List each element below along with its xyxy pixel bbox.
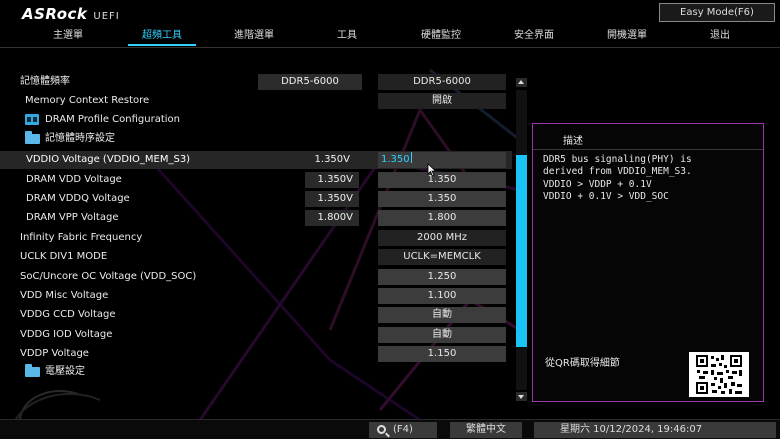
text-caret [410, 152, 412, 163]
description-divider [533, 149, 763, 150]
footer-bar: (F4) 繁體中文 星期六 10/12/2024, 19:46:07 [0, 419, 780, 439]
scrollbar-thumb[interactable] [516, 155, 527, 347]
setting-label: 電壓設定 [45, 366, 85, 377]
value-input[interactable]: 1.350 [378, 191, 506, 207]
setting-infinity-fabric-frequency[interactable]: Infinity Fabric Frequency 2000 MHz [0, 229, 512, 247]
asrock-logo: ASRock UEFI [22, 5, 120, 23]
tab-advanced[interactable]: 進階選單 [224, 25, 284, 47]
setting-vddg-iod-voltage[interactable]: VDDG IOD Voltage 自動 [0, 326, 512, 344]
mouse-cursor-icon [427, 163, 437, 177]
setting-memory-context-restore[interactable]: Memory Context Restore 開啟 [0, 92, 512, 110]
value-select[interactable]: DDR5-6000 [378, 74, 506, 90]
value-input[interactable]: 1.800 [378, 210, 506, 226]
header-divider [0, 47, 780, 48]
value-select[interactable]: 開啟 [378, 93, 506, 109]
value-input[interactable]: 1.250 [378, 269, 506, 285]
current-value: 1.350V [305, 191, 359, 207]
value-input[interactable]: 1.100 [378, 288, 506, 304]
main-tabs: 主選單 超頻工具 進階選單 工具 硬體監控 安全界面 開機選單 退出 [0, 25, 780, 47]
tab-hw-monitor[interactable]: 硬體監控 [410, 25, 472, 47]
description-panel: 描述 DDR5 bus signaling(PHY) is derived fr… [532, 123, 764, 402]
current-value: DDR5-6000 [258, 74, 362, 90]
search-shortcut: (F4) [393, 424, 413, 435]
scroll-up-button[interactable] [516, 78, 527, 87]
setting-label: VDDG IOD Voltage [20, 329, 113, 340]
setting-label: DRAM Profile Configuration [45, 114, 180, 125]
date-time[interactable]: 星期六 10/12/2024, 19:46:07 [534, 422, 776, 438]
setting-soc-voltage[interactable]: SoC/Uncore OC Voltage (VDD_SOC) 1.250 [0, 268, 512, 286]
tab-boot[interactable]: 開機選單 [596, 25, 658, 47]
tab-oc-tweaker[interactable]: 超頻工具 [126, 25, 198, 47]
setting-label: VDDIO Voltage (VDDIO_MEM_S3) [26, 154, 191, 165]
value-input[interactable]: 1.150 [378, 346, 506, 362]
setting-label: DRAM VDD Voltage [26, 174, 122, 185]
submenu-memory-timing[interactable]: 記憶體時序設定 [0, 130, 512, 148]
value-input[interactable]: 自動 [378, 307, 506, 323]
setting-label: Memory Context Restore [25, 95, 150, 106]
setting-uclk-div1-mode[interactable]: UCLK DIV1 MODE UCLK=MEMCLK [0, 248, 512, 266]
setting-label: 記憶體頻率 [20, 76, 70, 87]
qr-label: 從QR碼取得細節 [545, 358, 620, 369]
easy-mode-button[interactable]: Easy Mode(F6) [659, 3, 775, 22]
folder-icon [25, 131, 40, 144]
setting-vdd-misc-voltage[interactable]: VDD Misc Voltage 1.100 [0, 287, 512, 305]
value-input[interactable]: 1.350 [378, 172, 506, 188]
value-input[interactable]: 1.350 [378, 152, 506, 168]
scroll-down-button[interactable] [516, 392, 527, 401]
search-button[interactable]: (F4) [369, 422, 437, 438]
submenu-voltage-settings[interactable]: 電壓設定 [0, 363, 512, 381]
setting-label: VDD Misc Voltage [20, 290, 109, 301]
setting-label: UCLK DIV1 MODE [20, 251, 108, 262]
description-title: 描述 [563, 136, 583, 147]
setting-label: VDDG CCD Voltage [20, 309, 116, 320]
submenu-dram-profile[interactable]: DRAM Profile Configuration [0, 111, 512, 129]
tab-security[interactable]: 安全界面 [503, 25, 565, 47]
tab-main[interactable]: 主選單 [40, 25, 96, 47]
setting-memory-frequency[interactable]: 記憶體頻率 DDR5-6000 DDR5-6000 [0, 73, 512, 91]
tab-exit[interactable]: 退出 [700, 25, 740, 47]
value-select[interactable]: UCLK=MEMCLK [378, 249, 506, 265]
setting-vddp-voltage[interactable]: VDDP Voltage 1.150 [0, 345, 512, 363]
language-button[interactable]: 繁體中文 [450, 422, 522, 438]
tab-tool[interactable]: 工具 [326, 25, 368, 47]
setting-label: SoC/Uncore OC Voltage (VDD_SOC) [20, 271, 197, 282]
setting-label: Infinity Fabric Frequency [20, 232, 143, 243]
setting-dram-vddq-voltage[interactable]: DRAM VDDQ Voltage 1.350V 1.350 [0, 190, 512, 208]
current-value: 1.350V [305, 172, 359, 188]
setting-vddg-ccd-voltage[interactable]: VDDG CCD Voltage 自動 [0, 306, 512, 324]
description-text: DDR5 bus signaling(PHY) is derived from … [543, 154, 692, 202]
search-icon [377, 425, 386, 434]
setting-label: VDDP Voltage [20, 348, 89, 359]
qr-code-icon [689, 352, 749, 397]
value-select[interactable]: 2000 MHz [378, 230, 506, 246]
setting-dram-vpp-voltage[interactable]: DRAM VPP Voltage 1.800V 1.800 [0, 209, 512, 227]
setting-label: 記憶體時序設定 [45, 133, 115, 144]
value-input[interactable]: 自動 [378, 327, 506, 343]
folder-icon [25, 364, 40, 377]
current-value: 1.800V [305, 210, 359, 226]
setting-label: DRAM VDDQ Voltage [26, 193, 130, 204]
current-value: 1.350V [314, 154, 350, 165]
memory-module-icon [25, 114, 39, 125]
setting-label: DRAM VPP Voltage [26, 212, 119, 223]
